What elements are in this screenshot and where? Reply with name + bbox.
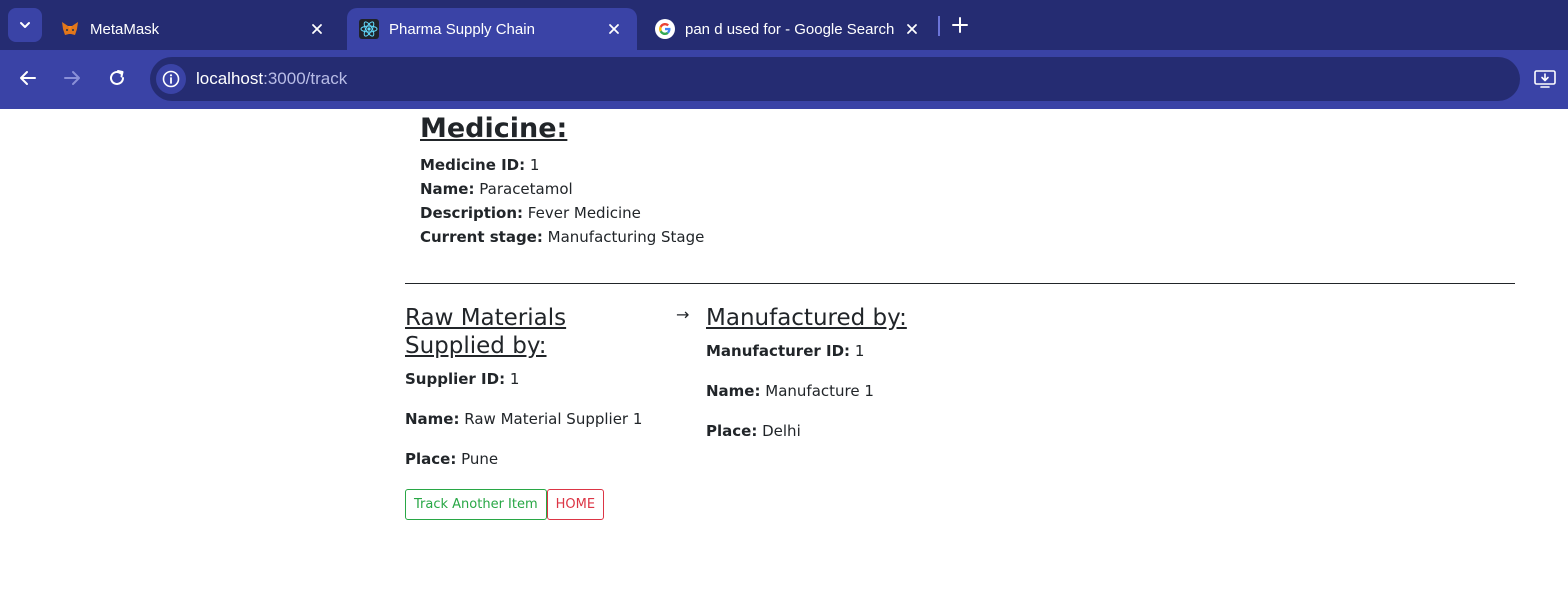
arrow-right-icon [64,71,80,85]
home-button[interactable]: HOME [546,489,605,520]
medicine-description-row: Description: Fever Medicine [420,201,704,225]
google-g-icon [655,19,675,39]
track-another-item-button[interactable]: Track Another Item [405,489,547,520]
medicine-stage-row: Current stage: Manufacturing Stage [420,225,704,249]
reload-icon [110,70,124,85]
medicine-heading: Medicine: [420,113,568,144]
new-tab-button[interactable] [948,13,972,37]
tab-divider [938,16,940,36]
tab-google-search[interactable]: pan d used for - Google Search [643,8,935,50]
medicine-name-label: Name: [420,180,475,198]
close-icon[interactable] [306,18,328,40]
supplier-place-value: Pune [461,450,499,468]
manufacturer-id-label: Manufacturer ID: [706,342,851,360]
back-button[interactable] [14,64,42,92]
site-info-icon[interactable] [156,64,186,94]
supplier-id-label: Supplier ID: [405,370,506,388]
medicine-id-value: 1 [529,156,540,174]
url-path: :3000/track [263,69,348,88]
medicine-name-row: Name: Paracetamol [420,177,704,201]
manufacturer-place-row: Place: Delhi [706,420,1006,442]
manufacturer-place-value: Delhi [762,422,801,440]
supplier-place-label: Place: [405,450,457,468]
reload-button[interactable] [103,64,131,92]
supplier-heading: Raw Materials Supplied by: [405,305,567,359]
manufacturer-place-label: Place: [706,422,758,440]
react-atom-icon [359,19,379,39]
url-text: localhost:3000/track [196,69,347,89]
medicine-description-value: Fever Medicine [527,204,641,222]
tab-search-button[interactable] [8,8,42,42]
supplier-name-row: Name: Raw Material Supplier 1 [405,408,670,430]
page-content: Medicine: Medicine ID: 1 Name: Paracetam… [0,109,1568,595]
manufacturer-name-value: Manufacture 1 [765,382,874,400]
medicine-name-value: Paracetamol [479,180,573,198]
tab-strip: MetaMask Pharma Supply Chain pan d used … [0,0,1568,50]
tab-pharma-supply-chain[interactable]: Pharma Supply Chain [347,8,637,50]
medicine-description-label: Description: [420,204,524,222]
supplier-section: Raw Materials Supplied by: Supplier ID: … [405,304,670,488]
supplier-id-row: Supplier ID: 1 [405,368,670,390]
supplier-name-label: Name: [405,410,460,428]
close-icon[interactable] [603,18,625,40]
action-buttons: Track Another Item HOME [405,489,605,520]
tab-metamask[interactable]: MetaMask [48,8,340,50]
manufacturer-name-row: Name: Manufacture 1 [706,380,1006,402]
medicine-id-label: Medicine ID: [420,156,526,174]
supplier-name-value: Raw Material Supplier 1 [464,410,643,428]
medicine-section: Medicine: Medicine ID: 1 Name: Paracetam… [420,109,704,249]
browser-toolbar: localhost:3000/track [0,50,1568,109]
manufacturer-id-row: Manufacturer ID: 1 [706,340,1006,362]
chevron-down-icon [20,22,30,28]
arrow-left-icon [20,71,36,85]
address-bar[interactable]: localhost:3000/track [150,57,1520,101]
medicine-stage-value: Manufacturing Stage [547,228,705,246]
manufacturer-heading: Manufactured by: [706,305,907,331]
supplier-place-row: Place: Pune [405,448,670,470]
manufacturer-id-value: 1 [854,342,865,360]
arrow-right-icon: → [676,305,690,324]
url-host: localhost [196,69,264,88]
supplier-id-value: 1 [509,370,520,388]
metamask-fox-icon [60,19,80,39]
manufacturer-section: Manufactured by: Manufacturer ID: 1 Name… [706,304,1006,460]
horizontal-divider [405,283,1515,284]
manufacturer-name-label: Name: [706,382,761,400]
plus-icon [952,17,968,33]
tab-title: pan d used for - Google Search [685,20,895,38]
install-app-button[interactable] [1532,66,1558,92]
install-app-icon [1534,70,1556,88]
tab-title: MetaMask [90,20,160,38]
medicine-stage-label: Current stage: [420,228,543,246]
close-icon[interactable] [901,18,923,40]
forward-button[interactable] [58,64,86,92]
tab-title: Pharma Supply Chain [389,20,535,38]
medicine-id-row: Medicine ID: 1 [420,153,704,177]
